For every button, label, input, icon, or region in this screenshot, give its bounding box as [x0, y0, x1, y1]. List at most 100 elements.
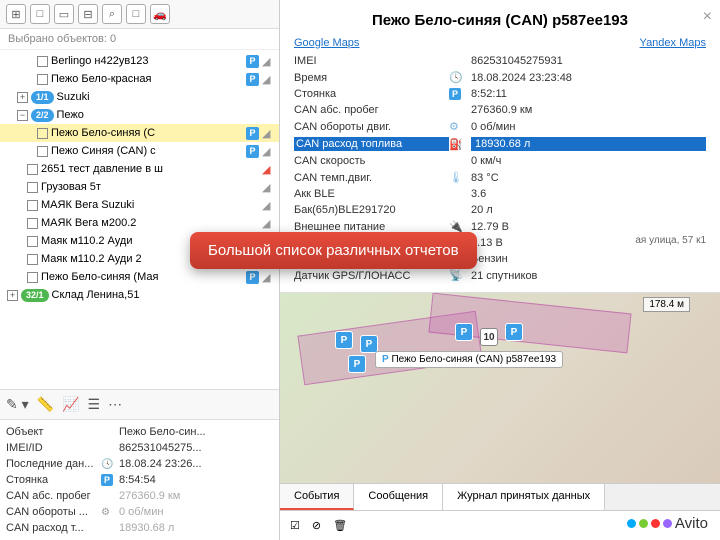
chart-icon[interactable]: 📈: [62, 396, 79, 413]
detail-row: CAN скорость0 км/ч: [294, 153, 706, 169]
trash-icon[interactable]: 🗑: [333, 519, 347, 532]
signal-icon: ◢: [262, 199, 275, 212]
expand-icon[interactable]: +: [17, 92, 28, 103]
close-icon[interactable]: ×: [703, 8, 712, 26]
toolbar-btn-3[interactable]: ▭: [54, 4, 74, 24]
expand-icon[interactable]: +: [7, 290, 18, 301]
toolbar-btn-5[interactable]: ⌕: [102, 4, 122, 24]
parking-icon: P: [246, 145, 259, 158]
tree-label: Suzuki: [57, 91, 275, 103]
check-icon[interactable]: ☑: [290, 519, 300, 532]
parking-icon: P: [246, 73, 259, 86]
checkbox[interactable]: [27, 164, 38, 175]
detail-row: СтоянкаP8:52:11: [294, 86, 706, 102]
signal-icon: ◢: [262, 127, 275, 140]
tree-label: Пежо Бело-синяя (Мая: [41, 271, 243, 283]
detail-row: IMEI862531045275931: [294, 53, 706, 69]
toolbar-btn-4[interactable]: ⊟: [78, 4, 98, 24]
vehicle-map-label[interactable]: P Пежо Бело-синяя (CAN) р587ее193: [375, 351, 563, 368]
left-sidebar: ⊞ □ ▭ ⊟ ⌕ □ 🚗 Выбрано объектов: 0 Berlin…: [0, 0, 280, 540]
parking-icon: P: [246, 127, 259, 140]
park-marker[interactable]: P: [505, 323, 523, 341]
info-row: CAN обороты ...⚙0 об/мин: [6, 504, 273, 520]
more-icon[interactable]: ⋯: [108, 396, 122, 413]
info-row: CAN расход т...18930.68 л: [6, 520, 273, 536]
tree-node[interactable]: Пежо Бело-краснаяP◢: [0, 70, 279, 88]
detail-row: CAN абс. пробег276360.9 км: [294, 102, 706, 118]
parking-icon: P: [246, 271, 259, 284]
object-tree[interactable]: Berlingo н422ув123P◢Пежо Бело-краснаяP◢+…: [0, 50, 279, 389]
address-fragment: ая улица, 57 к1: [631, 234, 710, 247]
bottom-info: ОбъектПежо Бело-син...IMEI/ID86253104527…: [0, 420, 279, 540]
google-maps-link[interactable]: Google Maps: [294, 37, 359, 49]
toolbar-btn-7[interactable]: 🚗: [150, 4, 170, 24]
toolbar-btn-2[interactable]: □: [30, 4, 50, 24]
checkbox[interactable]: [37, 128, 48, 139]
detail-row: Акк BLE3.6: [294, 186, 706, 202]
park-marker[interactable]: P: [335, 331, 353, 349]
park-marker[interactable]: P: [360, 335, 378, 353]
right-pane: × Пежо Бело-синяя (CAN) р587ее193 Google…: [280, 0, 720, 540]
tab-log[interactable]: Журнал принятых данных: [443, 484, 605, 510]
toolbar-btn-1[interactable]: ⊞: [6, 4, 26, 24]
panel-title: Пежо Бело-синяя (CAN) р587ее193: [294, 8, 706, 37]
tree-label: Пежо Синяя (CAN) с: [51, 145, 243, 157]
tree-node[interactable]: +32/1Склад Ленина,51: [0, 286, 279, 304]
signal-icon: ◢: [262, 217, 275, 230]
checkbox[interactable]: [27, 218, 38, 229]
tree-node[interactable]: Пежо Бело-синяя (CP◢: [0, 124, 279, 142]
tree-node[interactable]: МАЯК Вега м200.2◢: [0, 214, 279, 232]
checkbox[interactable]: [27, 272, 38, 283]
tree-node[interactable]: Пежо Бело-синяя (МаяP◢: [0, 268, 279, 286]
tree-label: Berlingo н422ув123: [51, 55, 243, 67]
count-badge: 1/1: [31, 91, 54, 104]
yandex-maps-link[interactable]: Yandex Maps: [640, 37, 706, 49]
tab-messages[interactable]: Сообщения: [354, 484, 443, 510]
report-icon[interactable]: ☰: [88, 396, 101, 413]
checkbox[interactable]: [37, 74, 48, 85]
park-marker[interactable]: P: [455, 323, 473, 341]
map-tabs: События Сообщения Журнал принятых данных: [280, 483, 720, 510]
detail-row: Бак(65л)BLE29172020 л: [294, 202, 706, 218]
signal-icon: ◢: [262, 73, 275, 86]
signal-icon: ◢: [262, 163, 275, 176]
tree-label: МАЯК Вега Suzuki: [41, 199, 259, 211]
stop-icon[interactable]: ⊘: [312, 519, 321, 532]
checkbox[interactable]: [27, 182, 38, 193]
info-row: CAN абс. пробег276360.9 км: [6, 488, 273, 504]
detail-row: Датчик GPS/ГЛОНАСС📡21 спутников: [294, 267, 706, 284]
tree-label: МАЯК Вега м200.2: [41, 217, 259, 229]
checkbox[interactable]: [27, 236, 38, 247]
signal-icon: ◢: [262, 271, 275, 284]
toolbar-btn-6[interactable]: □: [126, 4, 146, 24]
checkbox[interactable]: [27, 254, 38, 265]
selection-count: Выбрано объектов: 0: [0, 29, 279, 50]
tree-node[interactable]: Berlingo н422ув123P◢: [0, 52, 279, 70]
count-marker[interactable]: 10: [480, 328, 498, 346]
info-row: IMEI/ID862531045275...: [6, 440, 273, 456]
checkbox[interactable]: [37, 146, 48, 157]
toolbar-top: ⊞ □ ▭ ⊟ ⌕ □ 🚗: [0, 0, 279, 29]
checkbox[interactable]: [37, 56, 48, 67]
map-scale: 178.4 м: [643, 297, 690, 312]
tree-node[interactable]: −2/2Пежо: [0, 106, 279, 124]
tree-node[interactable]: 2651 тест давление в ш◢: [0, 160, 279, 178]
detail-row: Время🕓18.08.2024 23:23:48: [294, 69, 706, 86]
expand-icon[interactable]: −: [17, 110, 28, 121]
signal-icon: ◢: [262, 145, 275, 158]
tree-node[interactable]: МАЯК Вега Suzuki◢: [0, 196, 279, 214]
tab-events[interactable]: События: [280, 484, 354, 510]
detail-row: CAN темп.двиг.🌡83 °C: [294, 169, 706, 186]
count-badge: 2/2: [31, 109, 54, 122]
tree-node[interactable]: +1/1Suzuki: [0, 88, 279, 106]
park-marker[interactable]: P: [348, 355, 366, 373]
edit-icon[interactable]: ✎ ▾: [6, 396, 29, 413]
tree-node[interactable]: Пежо Синяя (CAN) сP◢: [0, 142, 279, 160]
tree-label: Грузовая 5т: [41, 181, 259, 193]
ruler-icon[interactable]: 📏: [37, 396, 54, 413]
checkbox[interactable]: [27, 200, 38, 211]
tree-label: Пежо: [57, 109, 275, 121]
map-canvas[interactable]: 178.4 м P P P 10 P P P Пежо Бело-синяя (…: [280, 293, 720, 540]
tree-node[interactable]: Грузовая 5т◢: [0, 178, 279, 196]
map-links: Google Maps Yandex Maps: [294, 37, 706, 53]
